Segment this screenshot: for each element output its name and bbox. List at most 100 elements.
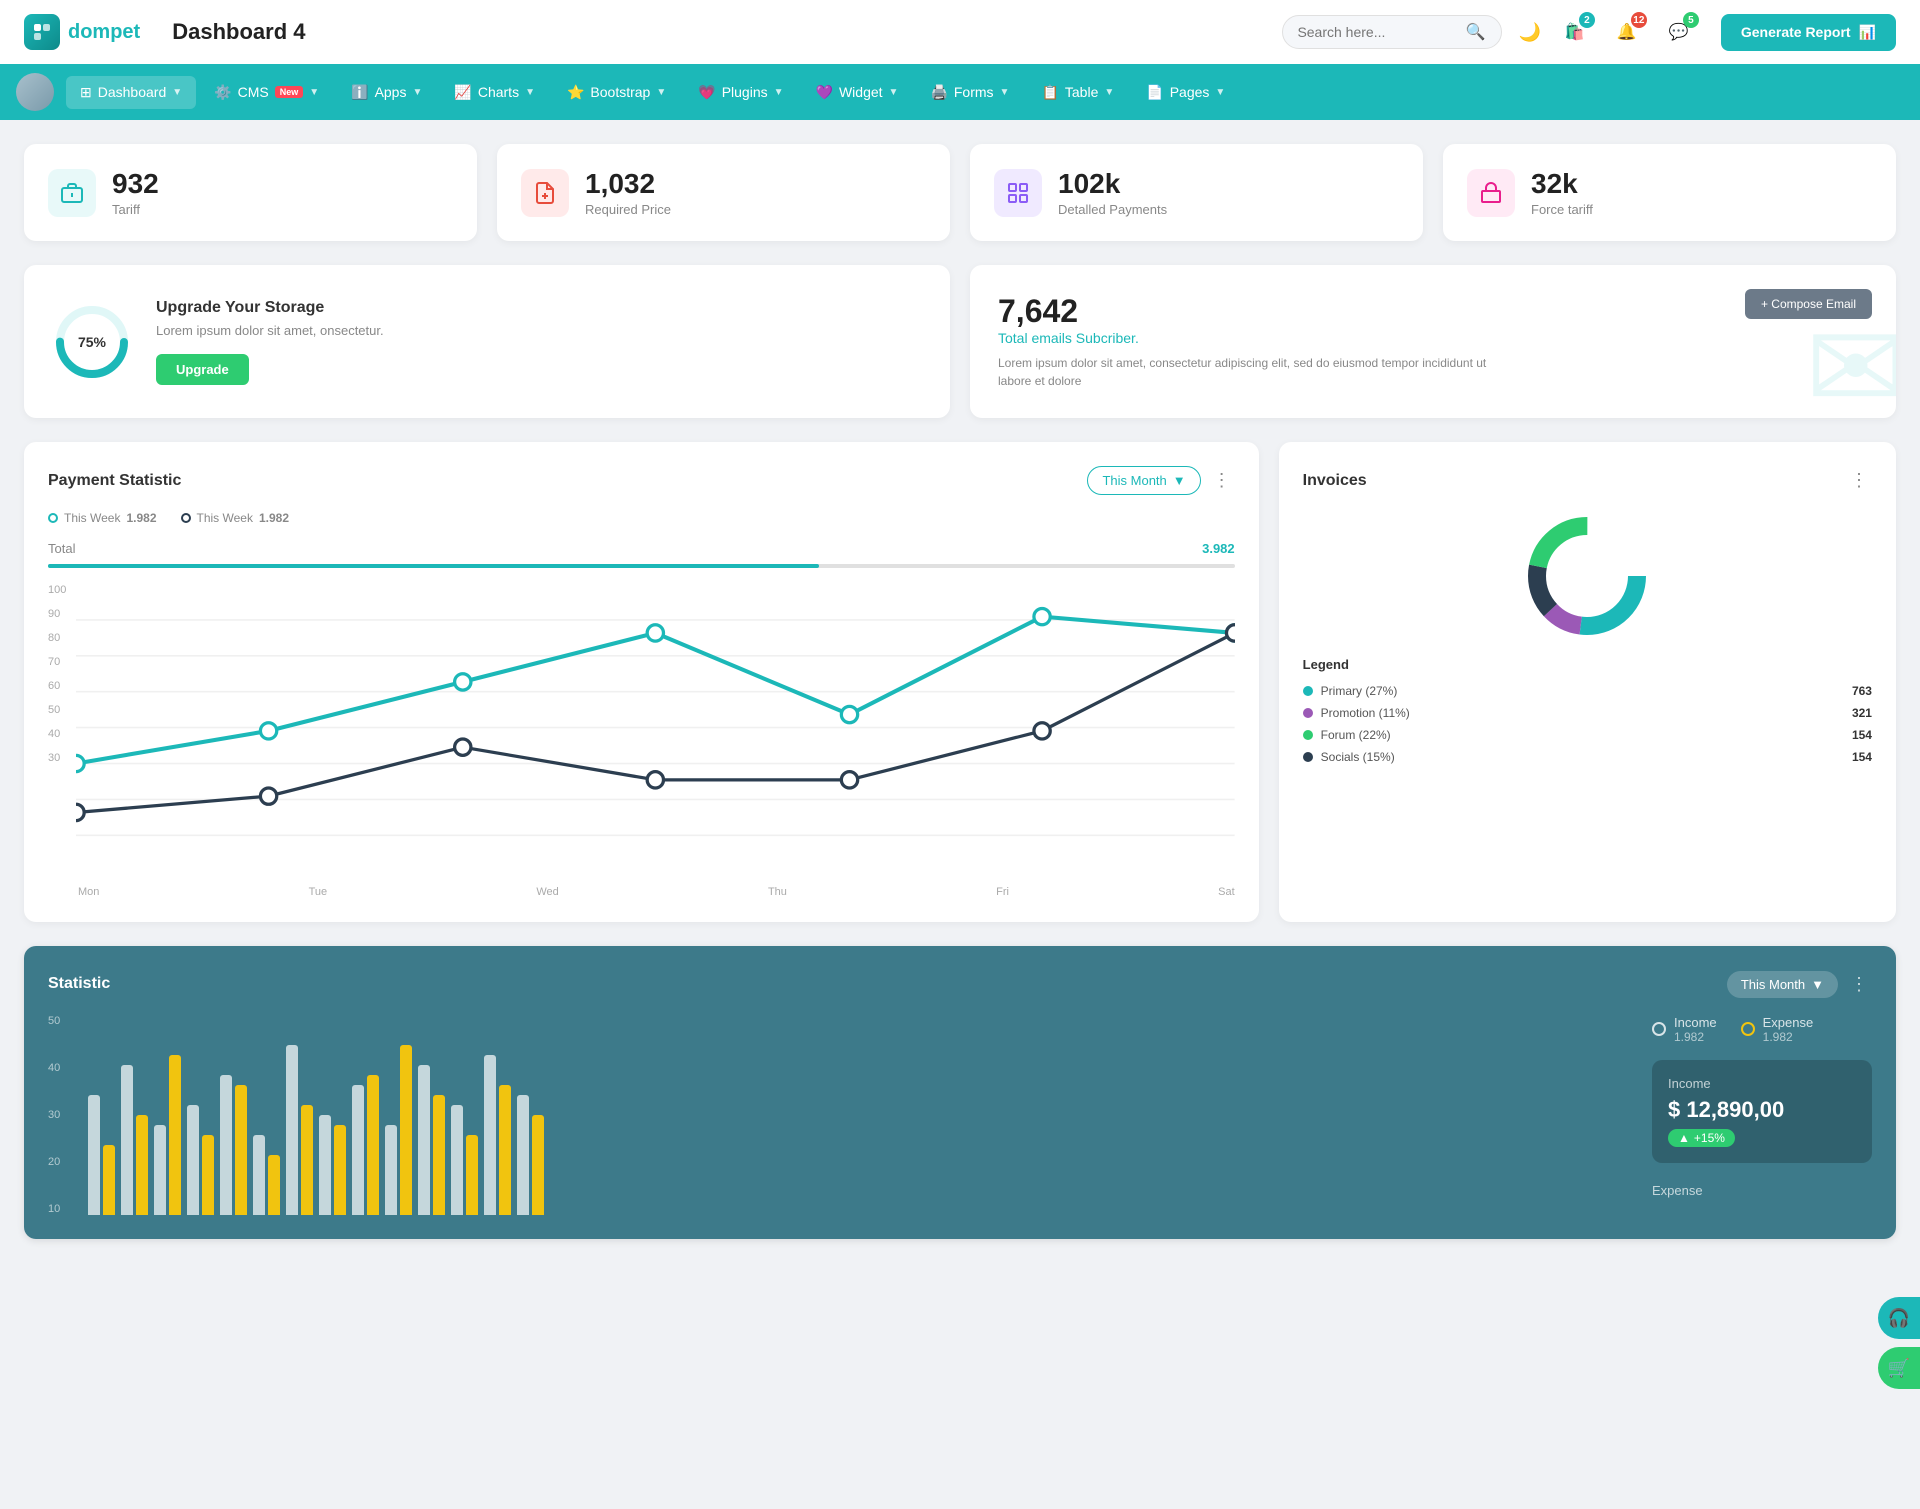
- bar-group-9: [352, 1075, 379, 1215]
- heart-icon: 💗: [698, 84, 715, 101]
- invoice-legend: Legend Primary (27%) 763 Promotion (11%)…: [1303, 657, 1872, 768]
- income-legend-label: Income: [1674, 1015, 1717, 1030]
- statistic-more-button[interactable]: ⋮: [1846, 970, 1872, 999]
- income-badge: ▲ +15%: [1668, 1129, 1735, 1147]
- bar-white-7: [286, 1045, 298, 1215]
- nav-item-table[interactable]: 📋 Table ▼: [1027, 76, 1128, 109]
- header-icons: 🌙 🛍️ 2 🔔 12 💬 5 Generate Report 📊: [1518, 14, 1896, 51]
- bars-wrapper: [88, 1015, 1628, 1215]
- logo-icon: [24, 14, 60, 50]
- charts-row: Payment Statistic This Month ▼ ⋮ This We…: [24, 442, 1896, 922]
- nav-label-pages: Pages: [1170, 84, 1210, 100]
- stat-value-price: 1,032: [585, 168, 671, 200]
- bar-white-5: [220, 1075, 232, 1215]
- bell-icon-btn[interactable]: 🔔 12: [1609, 14, 1645, 50]
- bar-yellow-1: [103, 1145, 115, 1215]
- cart-icon: 🛒: [1888, 1358, 1910, 1379]
- payment-filter-button[interactable]: This Month ▼: [1087, 466, 1200, 495]
- payment-more-button[interactable]: ⋮: [1209, 466, 1235, 495]
- bar-white-1: [88, 1095, 100, 1215]
- nav-item-apps[interactable]: ℹ️ Apps ▼: [337, 76, 436, 109]
- expense-legend-label: Expense: [1763, 1015, 1814, 1030]
- expense-section-label: Expense: [1652, 1183, 1872, 1198]
- storage-description: Lorem ipsum dolor sit amet, onsectetur.: [156, 323, 384, 338]
- navbar: ⊞ Dashboard ▼ ⚙️ CMS New ▼ ℹ️ Apps ▼ 📈 C…: [0, 64, 1920, 120]
- legend-socials: Socials (15%) 154: [1303, 746, 1872, 768]
- nav-label-forms: Forms: [954, 84, 994, 100]
- search-input[interactable]: [1297, 24, 1457, 40]
- bar-group-14: [517, 1095, 544, 1215]
- bar-group-2: [121, 1065, 148, 1215]
- cart-float-button[interactable]: 🛒: [1878, 1347, 1920, 1389]
- legend-label-1: This Week: [64, 511, 120, 525]
- expense-legend-item: Expense 1.982: [1741, 1015, 1814, 1044]
- nav-item-plugins[interactable]: 💗 Plugins ▼: [684, 76, 797, 109]
- upgrade-label: Upgrade: [176, 362, 229, 377]
- y-label-100: 100: [48, 584, 76, 596]
- stat-card-payments: 102k Detalled Payments: [970, 144, 1423, 241]
- shopping-icon-btn[interactable]: 🛍️ 2: [1557, 14, 1593, 50]
- storage-title: Upgrade Your Storage: [156, 299, 384, 317]
- expense-legend-value: 1.982: [1763, 1030, 1814, 1044]
- stat-label-force: Force tariff: [1531, 202, 1593, 217]
- y-stat-30: 30: [48, 1109, 84, 1121]
- x-label-fri: Fri: [996, 886, 1009, 898]
- stat-value-tariff: 932: [112, 168, 159, 200]
- support-float-button[interactable]: 🎧: [1878, 1297, 1920, 1339]
- logo[interactable]: dompet: [24, 14, 140, 50]
- theme-toggle[interactable]: 🌙: [1518, 22, 1540, 43]
- income-box-amount: $ 12,890,00: [1668, 1097, 1856, 1123]
- table-icon: 📋: [1041, 84, 1058, 101]
- email-card: + Compose Email 7,642 Total emails Subcr…: [970, 265, 1896, 418]
- search-icon: 🔍: [1465, 22, 1485, 42]
- x-label-sat: Sat: [1218, 886, 1235, 898]
- chevron-down-icon-filter: ▼: [1173, 473, 1186, 488]
- legend-value-2: 1.982: [259, 511, 289, 525]
- upgrade-button[interactable]: Upgrade: [156, 354, 249, 385]
- legend-label-2: This Week: [197, 511, 253, 525]
- y-label-30: 30: [48, 752, 76, 764]
- bar-group-12: [451, 1105, 478, 1215]
- statistic-header: Statistic This Month ▼ ⋮: [48, 970, 1872, 999]
- income-box: Income $ 12,890,00 ▲ +15%: [1652, 1060, 1872, 1163]
- bar-white-6: [253, 1135, 265, 1215]
- nav-item-cms[interactable]: ⚙️ CMS New ▼: [200, 76, 333, 109]
- socials-value: 154: [1852, 750, 1872, 764]
- primary-value: 763: [1852, 684, 1872, 698]
- header: dompet Dashboard 4 🔍 🌙 🛍️ 2 🔔 12 💬 5 Gen…: [0, 0, 1920, 64]
- nav-item-widget[interactable]: 💜 Widget ▼: [802, 76, 913, 109]
- statistic-filter-button[interactable]: This Month ▼: [1727, 971, 1838, 998]
- nav-item-dashboard[interactable]: ⊞ Dashboard ▼: [66, 76, 196, 109]
- nav-item-pages[interactable]: 📄 Pages ▼: [1132, 76, 1239, 109]
- statistic-card: Statistic This Month ▼ ⋮ 50 40 30 20 10: [24, 946, 1896, 1239]
- stat-card-force: 32k Force tariff: [1443, 144, 1896, 241]
- legend-promotion: Promotion (11%) 321: [1303, 702, 1872, 724]
- printer-icon: 🖨️: [930, 84, 947, 101]
- chevron-down-icon9: ▼: [1104, 87, 1114, 98]
- expense-circle: [1741, 1022, 1755, 1036]
- generate-report-button[interactable]: Generate Report 📊: [1721, 14, 1896, 51]
- expense-info: Expense 1.982: [1763, 1015, 1814, 1044]
- legend-item-2: This Week 1.982: [181, 511, 290, 525]
- doc-icon: [521, 169, 569, 217]
- nav-item-charts[interactable]: 📈 Charts ▼: [440, 76, 549, 109]
- info-icon: ℹ️: [351, 84, 368, 101]
- nav-item-bootstrap[interactable]: ⭐ Bootstrap ▼: [553, 76, 680, 109]
- bar-group-1: [88, 1095, 115, 1215]
- forum-label: Forum (22%): [1321, 728, 1844, 742]
- email-label: Total emails Subcriber.: [998, 330, 1868, 346]
- y-label-40: 40: [48, 728, 76, 740]
- income-legend-value: 1.982: [1674, 1030, 1717, 1044]
- chat-icon-btn[interactable]: 💬 5: [1661, 14, 1697, 50]
- building-icon: [1467, 169, 1515, 217]
- search-bar[interactable]: 🔍: [1282, 15, 1502, 49]
- bell-badge: 12: [1631, 12, 1647, 28]
- y-stat-10: 10: [48, 1203, 84, 1215]
- payment-statistic-card: Payment Statistic This Month ▼ ⋮ This We…: [24, 442, 1259, 922]
- nav-item-forms[interactable]: 🖨️ Forms ▼: [916, 76, 1023, 109]
- promotion-value: 321: [1852, 706, 1872, 720]
- y-axis-stat: 50 40 30 20 10: [48, 1015, 84, 1215]
- invoices-more-button[interactable]: ⋮: [1846, 466, 1872, 495]
- payment-controls: This Month ▼ ⋮: [1087, 466, 1234, 495]
- x-axis-labels: Mon Tue Wed Thu Fri Sat: [48, 886, 1235, 898]
